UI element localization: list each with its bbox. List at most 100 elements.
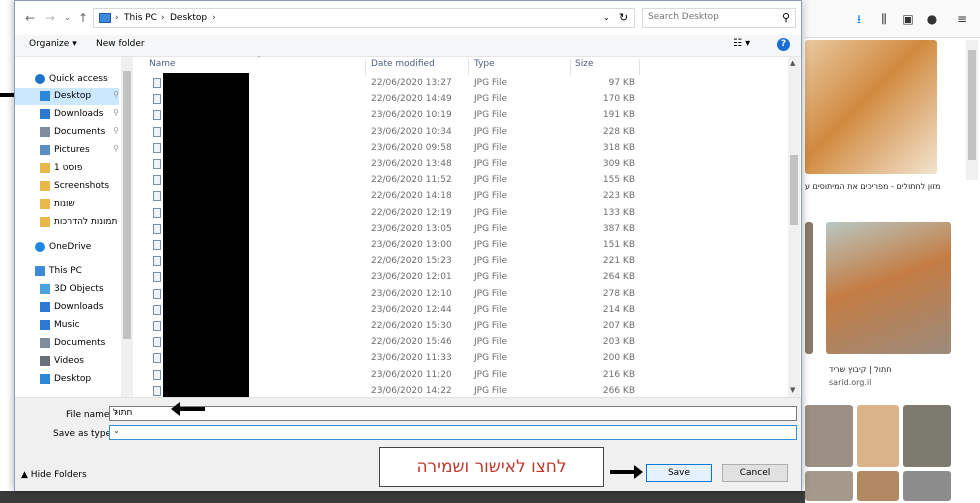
download-icon[interactable]: ⭳ xyxy=(852,12,866,26)
file-type: JPG File xyxy=(474,126,507,137)
browser-scroll-thumb[interactable] xyxy=(968,50,976,160)
library-icon[interactable]: ⫼ xyxy=(877,12,891,26)
file-type: JPG File xyxy=(474,207,507,218)
column-divider[interactable] xyxy=(468,59,469,75)
column-divider[interactable] xyxy=(365,59,366,75)
cat-thumb-6[interactable] xyxy=(903,471,951,501)
search-input[interactable] xyxy=(648,12,776,22)
address-dropdown-icon[interactable]: ⌄ xyxy=(603,13,610,22)
file-size: 264 KB xyxy=(602,272,635,283)
image-file-icon xyxy=(153,385,161,396)
chevron-down-icon[interactable]: ⌄ xyxy=(113,426,794,435)
nav-scroll-thumb[interactable] xyxy=(123,71,131,339)
breadcrumb-this-pc[interactable]: This PC xyxy=(124,13,157,23)
image-file-icon xyxy=(153,240,161,250)
sort-up-icon: ⌃ xyxy=(256,55,262,63)
help-icon[interactable]: ? xyxy=(777,38,790,51)
save-type-select[interactable]: ⌄ xyxy=(109,425,797,440)
hide-folders-button[interactable]: ▲ Hide Folders xyxy=(21,470,87,480)
image-file-icon xyxy=(153,337,161,348)
caption-top[interactable]: מזון לחתולים - מפריכים את המיתוסים ע xyxy=(805,182,940,191)
files-scroll-thumb[interactable] xyxy=(790,155,798,225)
cat-image-1[interactable] xyxy=(805,40,937,174)
scroll-up-icon[interactable]: ▲ xyxy=(790,59,795,67)
back-icon[interactable]: ← xyxy=(25,11,35,25)
sidebar-item[interactable]: Videos xyxy=(15,353,119,370)
folder-icon xyxy=(40,163,50,173)
cat-thumb-3[interactable] xyxy=(903,405,951,467)
star-icon xyxy=(35,74,45,84)
file-type: JPG File xyxy=(474,159,507,169)
sidebar-item[interactable]: This PC xyxy=(15,263,119,280)
file-date: 23/06/2020 09:58 xyxy=(371,142,452,153)
sidebar-item[interactable]: Downloads ⚲ xyxy=(15,106,119,123)
sidebar-item-label: Desktop xyxy=(54,91,92,101)
caption-cat[interactable]: חתול | קיבוץ שריד xyxy=(829,365,891,374)
toolbar: Organize ▾ New folder ☷ ▾ ? xyxy=(15,35,801,57)
browser-scrollbar[interactable] xyxy=(966,40,978,180)
forward-icon[interactable]: → xyxy=(45,11,55,25)
download-icon xyxy=(40,109,50,119)
account-icon[interactable]: ● xyxy=(925,12,939,26)
cat-thumb-1[interactable] xyxy=(805,405,853,467)
nav-scrollbar[interactable] xyxy=(121,57,133,397)
sidebar-item[interactable]: פוסט 1 xyxy=(15,160,119,177)
cat-thumb-5[interactable] xyxy=(857,471,899,501)
image-file-icon xyxy=(153,256,161,267)
cat-thumb-4[interactable] xyxy=(805,471,853,501)
column-divider[interactable] xyxy=(570,59,571,75)
sidebar-item[interactable]: OneDrive xyxy=(15,239,119,256)
sidebar-item[interactable]: Documents ⚲ xyxy=(15,124,119,141)
refresh-icon[interactable]: ↻ xyxy=(619,11,628,24)
address-row: ← → ⌄ ↑ › This PC › Desktop › ⌄ ↻ ⚲ xyxy=(15,1,801,35)
file-type: JPG File xyxy=(474,369,507,380)
computer-icon xyxy=(35,266,45,276)
cube-icon xyxy=(40,284,50,294)
sidebar-item[interactable]: Downloads xyxy=(15,299,119,316)
cancel-button[interactable]: Cancel xyxy=(722,464,788,482)
sidebar-item-label: פוסט 1 xyxy=(54,163,83,173)
sidebar-item[interactable]: Desktop xyxy=(15,371,119,388)
column-date-modified[interactable]: Date modified xyxy=(371,59,435,75)
address-bar[interactable]: › This PC › Desktop › ⌄ ↻ xyxy=(93,8,635,28)
sidebar-item[interactable]: 3D Objects xyxy=(15,281,119,298)
file-size: 278 KB xyxy=(602,288,635,299)
sidebar-item[interactable]: Quick access xyxy=(15,71,119,88)
sidebar-item[interactable]: Screenshots xyxy=(15,178,119,195)
organize-button[interactable]: Organize ▾ xyxy=(29,39,77,49)
view-options-icon[interactable]: ☷ ▾ xyxy=(733,38,750,49)
save-button[interactable]: Save xyxy=(646,464,712,482)
scroll-down-icon[interactable]: ▼ xyxy=(790,386,795,394)
file-size: 200 KB xyxy=(602,353,635,364)
sidebar-item[interactable]: שונות xyxy=(15,196,119,213)
file-date: 23/06/2020 12:44 xyxy=(371,304,452,315)
sidebar-item[interactable]: Pictures ⚲ xyxy=(15,142,119,159)
breadcrumb-desktop[interactable]: Desktop xyxy=(170,13,207,23)
up-icon[interactable]: ↑ xyxy=(78,11,88,25)
sidebar-item[interactable]: Desktop ⚲ xyxy=(15,88,119,105)
cat-thumb-2[interactable] xyxy=(857,405,899,467)
instruction-annotation: לחצו לאישור ושמירה xyxy=(379,447,604,487)
column-type[interactable]: Type xyxy=(474,59,495,75)
file-size: 223 KB xyxy=(602,191,635,202)
file-name-field[interactable]: חתול ⌄ xyxy=(109,406,797,421)
menu-icon[interactable]: ≡ xyxy=(955,12,969,26)
sidebar-item[interactable]: Documents xyxy=(15,335,119,352)
column-size[interactable]: Size xyxy=(575,59,593,75)
image-file-icon xyxy=(153,175,161,186)
sidebar-item[interactable]: Music xyxy=(15,317,119,334)
pin-icon: ⚲ xyxy=(113,108,119,117)
recent-dropdown-icon[interactable]: ⌄ xyxy=(64,11,71,25)
new-folder-button[interactable]: New folder xyxy=(96,39,145,49)
file-type: JPG File xyxy=(474,385,507,396)
arrow-file-name xyxy=(171,402,205,416)
sidebar-item[interactable]: תמונות להדרכות xyxy=(15,214,119,231)
cat-image-2[interactable] xyxy=(826,222,951,354)
chevron-down-icon[interactable]: ⌄ xyxy=(113,407,794,416)
file-date: 23/06/2020 10:34 xyxy=(371,126,452,137)
column-divider[interactable] xyxy=(639,59,640,75)
sidebar-item-label: Downloads xyxy=(54,109,104,119)
sidebar-icon[interactable]: ▣ xyxy=(901,12,915,26)
files-scrollbar[interactable]: ▲ ▼ xyxy=(788,57,800,397)
search-box[interactable]: ⚲ xyxy=(642,8,796,28)
